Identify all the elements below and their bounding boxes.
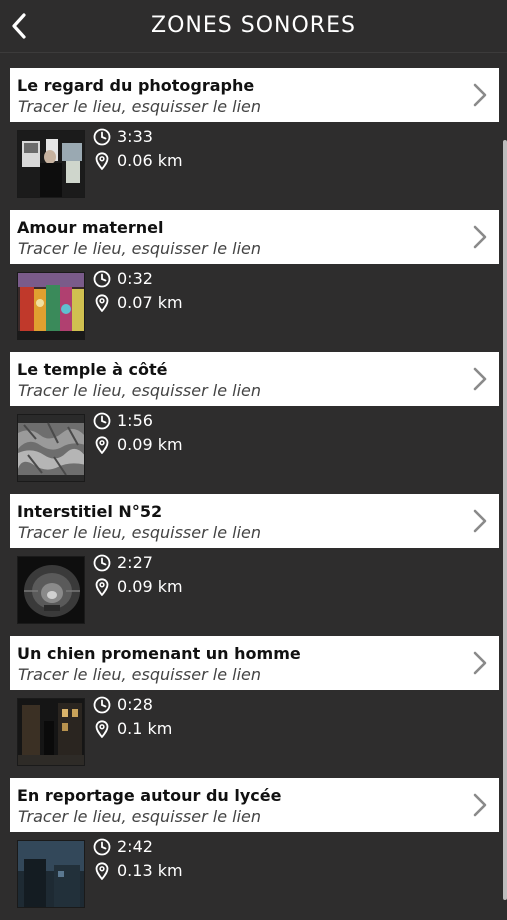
duration-row: 1:56 — [92, 410, 153, 432]
distance-row: 0.07 km — [92, 292, 183, 314]
duration-row: 3:33 — [92, 126, 153, 148]
zone-title: En reportage autour du lycée — [17, 786, 282, 805]
duration-row: 0:28 — [92, 694, 153, 716]
page-title: ZONES SONORES — [151, 13, 356, 38]
clock-icon — [93, 554, 111, 572]
list-item: Amour maternel Tracer le lieu, esquisser… — [0, 210, 507, 352]
list-item: Le regard du photographe Tracer le lieu,… — [0, 68, 507, 210]
zone-thumbnail[interactable] — [17, 130, 85, 198]
top-bar: ZONES SONORES — [0, 0, 507, 53]
zone-subtitle: Tracer le lieu, esquisser le lien — [18, 523, 261, 542]
list-item: Le temple à côté Tracer le lieu, esquiss… — [0, 352, 507, 494]
duration-value: 2:42 — [117, 837, 153, 856]
chevron-right-icon — [473, 793, 487, 817]
zone-card[interactable]: Le temple à côté Tracer le lieu, esquiss… — [10, 352, 499, 406]
duration-value: 1:56 — [117, 411, 153, 430]
duration-value: 0:28 — [117, 695, 153, 714]
zone-title: Un chien promenant un homme — [17, 644, 301, 663]
clock-icon — [93, 128, 111, 146]
chevron-right-icon — [473, 367, 487, 391]
clock-icon — [93, 270, 111, 288]
distance-value: 0.13 km — [117, 861, 183, 880]
zone-card[interactable]: Interstitiel N°52 Tracer le lieu, esquis… — [10, 494, 499, 548]
list-item: Un chien promenant un homme Tracer le li… — [0, 636, 507, 778]
map-pin-icon — [95, 578, 109, 596]
distance-value: 0.1 km — [117, 719, 173, 738]
duration-value: 0:32 — [117, 269, 153, 288]
duration-row: 0:32 — [92, 268, 153, 290]
map-pin-icon — [95, 152, 109, 170]
distance-row: 0.1 km — [92, 718, 172, 740]
zone-subtitle: Tracer le lieu, esquisser le lien — [18, 665, 261, 684]
zone-title: Amour maternel — [17, 218, 164, 237]
zone-title: Le temple à côté — [17, 360, 168, 379]
chevron-left-icon — [12, 13, 26, 39]
back-button[interactable] — [4, 10, 34, 42]
zone-list: Le regard du photographe Tracer le lieu,… — [0, 68, 507, 920]
list-item: Interstitiel N°52 Tracer le lieu, esquis… — [0, 494, 507, 636]
distance-row: 0.09 km — [92, 576, 183, 598]
scrollbar[interactable] — [503, 140, 507, 900]
distance-row: 0.09 km — [92, 434, 183, 456]
duration-row: 2:42 — [92, 836, 153, 858]
clock-icon — [93, 838, 111, 856]
zone-card[interactable]: Un chien promenant un homme Tracer le li… — [10, 636, 499, 690]
zone-thumbnail[interactable] — [17, 414, 85, 482]
distance-value: 0.06 km — [117, 151, 183, 170]
zone-title: Le regard du photographe — [17, 76, 255, 95]
zone-card[interactable]: Amour maternel Tracer le lieu, esquisser… — [10, 210, 499, 264]
distance-row: 0.06 km — [92, 150, 183, 172]
zone-thumbnail[interactable] — [17, 698, 85, 766]
map-pin-icon — [95, 294, 109, 312]
chevron-right-icon — [473, 225, 487, 249]
map-pin-icon — [95, 862, 109, 880]
chevron-right-icon — [473, 509, 487, 533]
zone-subtitle: Tracer le lieu, esquisser le lien — [18, 97, 261, 116]
clock-icon — [93, 696, 111, 714]
clock-icon — [93, 412, 111, 430]
map-pin-icon — [95, 436, 109, 454]
distance-value: 0.09 km — [117, 577, 183, 596]
zone-thumbnail[interactable] — [17, 840, 85, 908]
zone-subtitle: Tracer le lieu, esquisser le lien — [18, 807, 261, 826]
distance-value: 0.07 km — [117, 293, 183, 312]
zone-subtitle: Tracer le lieu, esquisser le lien — [18, 381, 261, 400]
zone-subtitle: Tracer le lieu, esquisser le lien — [18, 239, 261, 258]
duration-value: 2:27 — [117, 553, 153, 572]
zone-thumbnail[interactable] — [17, 556, 85, 624]
zone-thumbnail[interactable] — [17, 272, 85, 340]
zone-title: Interstitiel N°52 — [17, 502, 163, 521]
duration-row: 2:27 — [92, 552, 153, 574]
chevron-right-icon — [473, 651, 487, 675]
map-pin-icon — [95, 720, 109, 738]
duration-value: 3:33 — [117, 127, 153, 146]
chevron-right-icon — [473, 83, 487, 107]
distance-row: 0.13 km — [92, 860, 183, 882]
zone-card[interactable]: En reportage autour du lycée Tracer le l… — [10, 778, 499, 832]
distance-value: 0.09 km — [117, 435, 183, 454]
zone-card[interactable]: Le regard du photographe Tracer le lieu,… — [10, 68, 499, 122]
list-item: En reportage autour du lycée Tracer le l… — [0, 778, 507, 920]
